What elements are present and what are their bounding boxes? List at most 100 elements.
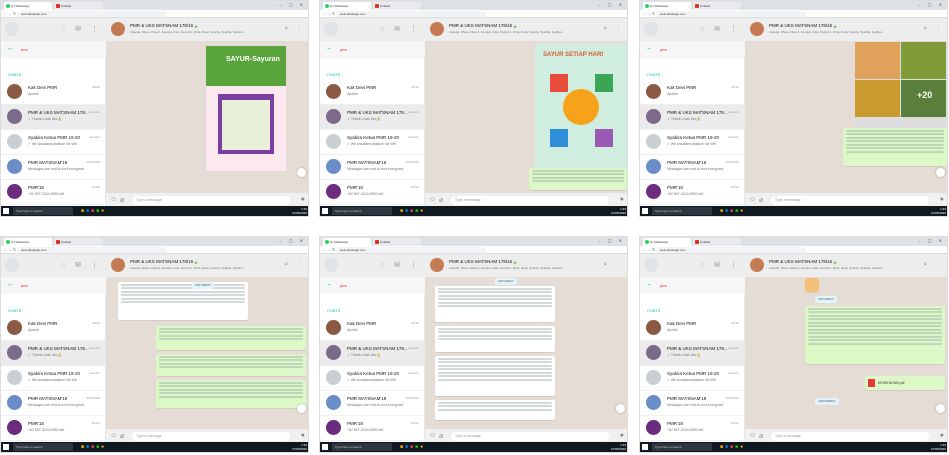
back-arrow-icon[interactable]: ← [646, 45, 653, 52]
conversation-header-icons[interactable]: ⌕ ⋮ [603, 261, 623, 269]
emoji-icon[interactable]: ☺ [110, 432, 117, 439]
taskbar-app-icons[interactable]: ■■■■● [81, 444, 106, 450]
chat-list-item[interactable]: PMR & UKS MATSNAM 178... ✓ Thank u kak de… [640, 105, 745, 130]
conversation-header-icons[interactable]: ⌕ ⋮ [923, 25, 943, 33]
mic-icon[interactable]: ● [301, 196, 305, 203]
search-input[interactable]: pmr [340, 283, 347, 288]
browser-tab-whatsapp[interactable]: (1) WhatsApp [323, 238, 371, 246]
url-field[interactable]: web.whatsapp.com [336, 11, 486, 17]
conversation-header[interactable]: PMR & UKS MATSNAM 178/16🍃 Claudia, Dhea,… [106, 254, 308, 277]
mic-icon[interactable]: ● [301, 432, 305, 439]
group-avatar[interactable] [111, 22, 125, 36]
search-bar[interactable]: ← pmr [1, 277, 106, 294]
group-avatar[interactable] [750, 258, 764, 272]
taskbar-search[interactable]: Type here to search [13, 443, 73, 451]
attach-icon[interactable]: ⌀ [439, 432, 443, 440]
sidebar-header-icons[interactable]: ◌ ✉ ⋮ [700, 25, 741, 33]
windows-start-icon[interactable] [3, 208, 9, 214]
conversation-header[interactable]: PMR & UKS MATSNAM 178/16🍃 Claudia, Dhea,… [745, 18, 947, 41]
browser-tab-second[interactable]: Untitled [373, 2, 421, 10]
browser-tab-second[interactable]: Untitled [54, 238, 102, 246]
search-bar[interactable]: ← pmr [320, 277, 425, 294]
search-input[interactable]: pmr [21, 47, 28, 52]
taskbar-search[interactable]: Type here to search [332, 207, 392, 215]
taskbar-search[interactable]: Type here to search [13, 207, 73, 215]
windows-start-icon[interactable] [322, 208, 328, 214]
conversation-header[interactable]: PMR & UKS MATSNAM 178/16🍃 Claudia, Dhea,… [106, 18, 308, 41]
chat-list-item[interactable]: PMR & UKS MATSNAM 178... ✓ Thank u kak de… [320, 341, 425, 366]
browser-tab-second[interactable]: Untitled [54, 2, 102, 10]
taskbar-search[interactable]: Type here to search [332, 443, 392, 451]
chat-list-item[interactable]: PMR MATSNAM'19 Messages are end-to-end en… [640, 155, 745, 180]
browser-tab-second[interactable]: Untitled [693, 2, 741, 10]
back-arrow-icon[interactable]: ← [7, 45, 14, 52]
mic-icon[interactable]: ● [940, 196, 944, 203]
chat-list-item[interactable]: PMR'18 +62 897-3244-9550 left Friday [640, 180, 745, 205]
conversation-header[interactable]: PMR & UKS MATSNAM 178/16🍃 Claudia, Dhea,… [425, 18, 627, 41]
nav-arrows-icon[interactable]: ←→↻ [322, 247, 336, 252]
nav-arrows-icon[interactable]: ←→↻ [3, 247, 17, 252]
search-bar[interactable]: ← pmr [640, 41, 745, 58]
chat-list-item[interactable]: PMR MATSNAM'19 Messages are end-to-end en… [1, 155, 106, 180]
chat-list-item[interactable]: PMR'18 +62 897-3244-9550 left Friday [640, 416, 745, 441]
nav-arrows-icon[interactable]: ←→↻ [642, 247, 656, 252]
browser-tab-whatsapp[interactable]: (1) WhatsApp [4, 238, 52, 246]
window-controls[interactable]: – ▢ ✕ [279, 238, 306, 243]
search-bar[interactable]: ← pmr [320, 41, 425, 58]
attach-icon[interactable]: ⌀ [120, 196, 124, 204]
windows-start-icon[interactable] [3, 444, 9, 450]
windows-start-icon[interactable] [642, 444, 648, 450]
message-input[interactable]: Type a message [771, 196, 929, 205]
url-field[interactable]: web.whatsapp.com [656, 247, 806, 253]
url-field[interactable]: web.whatsapp.com [17, 247, 167, 253]
profile-avatar[interactable] [324, 258, 338, 272]
chat-list-item[interactable]: Kak Devi PMR Apotek 08.52 [1, 80, 106, 105]
back-arrow-icon[interactable]: ← [7, 281, 14, 288]
chat-list-item[interactable]: Kak Devi PMR Apotek 08.52 [1, 316, 106, 341]
window-controls[interactable]: – ▢ ✕ [598, 238, 625, 243]
conversation-header-icons[interactable]: ⌕ ⋮ [923, 261, 943, 269]
message-input[interactable]: Type a message [451, 196, 609, 205]
chat-list-item[interactable]: PMR MATSNAM'19 Messages are end-to-end en… [640, 391, 745, 416]
mic-icon[interactable]: ● [940, 432, 944, 439]
chat-list-item[interactable]: PMR'18 +62 897-3244-9550 left Friday [1, 180, 106, 205]
profile-avatar[interactable] [644, 258, 658, 272]
chat-list-item[interactable]: Syakira Ketua PMR 19-20 ✓ We Assalamualai… [1, 366, 106, 391]
message-input[interactable]: Type a message [132, 196, 290, 205]
conversation-header-icons[interactable]: ⌕ ⋮ [284, 25, 304, 33]
chat-list-item[interactable]: PMR MATSNAM'19 Messages are end-to-end en… [320, 391, 425, 416]
window-controls[interactable]: – ▢ ✕ [598, 2, 625, 7]
attach-icon[interactable]: ⌀ [439, 196, 443, 204]
windows-start-icon[interactable] [322, 444, 328, 450]
message-input[interactable]: Type a message [132, 432, 290, 441]
chat-list-item[interactable]: Syakira Ketua PMR 19-20 ✓ We Assalamualai… [640, 366, 745, 391]
nav-arrows-icon[interactable]: ←→↻ [642, 11, 656, 16]
attach-icon[interactable]: ⌀ [759, 432, 763, 440]
browser-tab-whatsapp[interactable]: (1) WhatsApp [643, 2, 691, 10]
search-input[interactable]: pmr [21, 283, 28, 288]
chat-list-item[interactable]: Kak Devi PMR Apotek 08.52 [320, 80, 425, 105]
conversation-header[interactable]: PMR & UKS MATSNAM 178/16🍃 Claudia, Dhea,… [425, 254, 627, 277]
chat-list-item[interactable]: Syakira Ketua PMR 19-20 ✓ We Assalamualai… [640, 130, 745, 155]
taskbar-app-icons[interactable]: ■■■■● [400, 444, 425, 450]
chat-list-item[interactable]: PMR & UKS MATSNAM 178... ✓ Thank u kak de… [640, 341, 745, 366]
search-input[interactable]: pmr [660, 283, 667, 288]
sidebar-header-icons[interactable]: ◌ ✉ ⋮ [700, 261, 741, 269]
windows-start-icon[interactable] [642, 208, 648, 214]
sidebar-header-icons[interactable]: ◌ ✉ ⋮ [380, 261, 421, 269]
conversation-header-icons[interactable]: ⌕ ⋮ [284, 261, 304, 269]
emoji-icon[interactable]: ☺ [429, 196, 436, 203]
mic-icon[interactable]: ● [620, 432, 624, 439]
attach-icon[interactable]: ⌀ [120, 432, 124, 440]
sidebar-header-icons[interactable]: ◌ ✉ ⋮ [380, 25, 421, 33]
attach-icon[interactable]: ⌀ [759, 196, 763, 204]
back-arrow-icon[interactable]: ← [646, 281, 653, 288]
chat-list-item[interactable]: Kak Devi PMR Apotek 08.52 [640, 316, 745, 341]
back-arrow-icon[interactable]: ← [326, 281, 333, 288]
taskbar-app-icons[interactable]: ■■■■● [81, 208, 106, 214]
chat-list-item[interactable]: PMR'18 +62 897-3244-9550 left Friday [320, 180, 425, 205]
chat-list-item[interactable]: Syakira Ketua PMR 19-20 ✓ We Assalamualai… [320, 366, 425, 391]
message-input[interactable]: Type a message [451, 432, 609, 441]
taskbar-app-icons[interactable]: ■■■■● [720, 208, 745, 214]
chat-list-item[interactable]: PMR & UKS MATSNAM 178... ✓ Thank u kak de… [1, 105, 106, 130]
